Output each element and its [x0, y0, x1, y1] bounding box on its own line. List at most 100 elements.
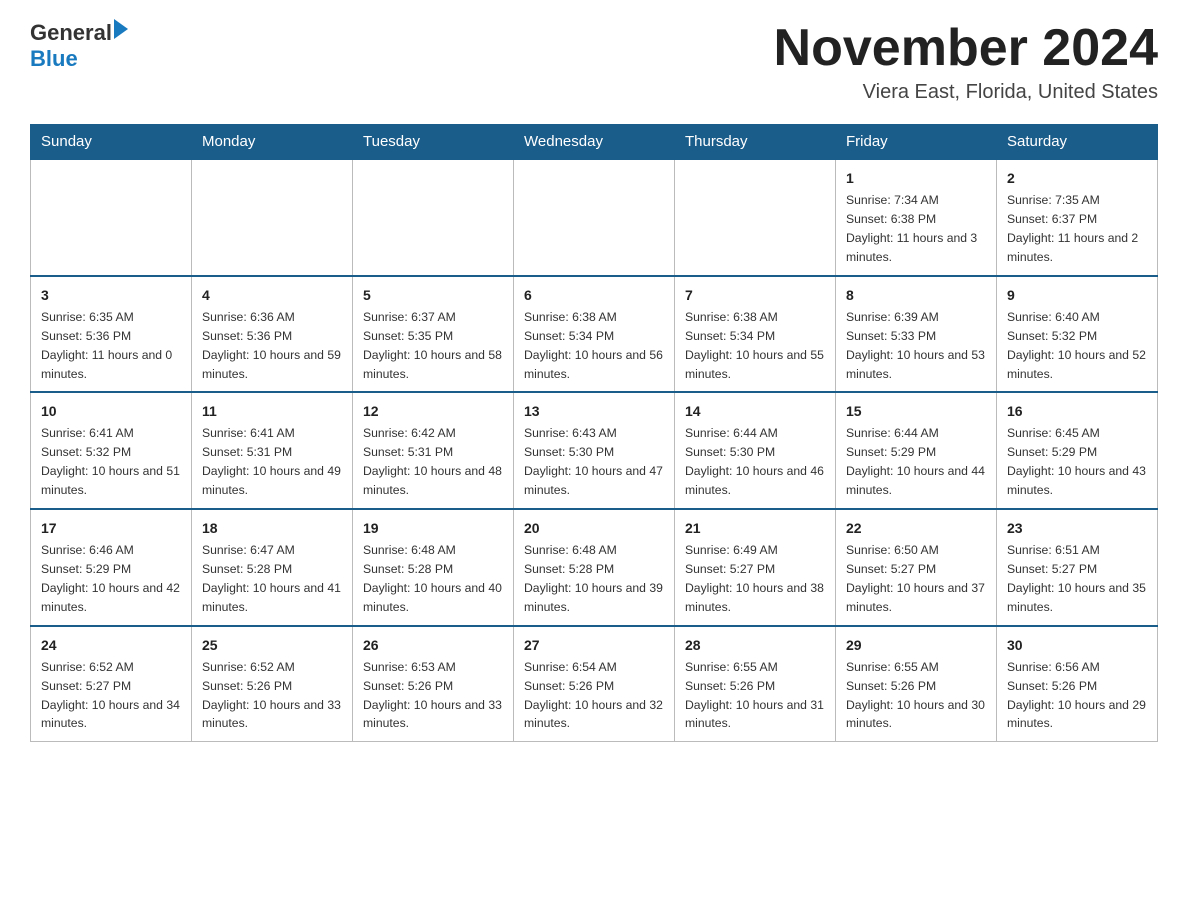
weekday-header-monday: Monday	[192, 125, 353, 160]
day-info: Sunrise: 6:38 AMSunset: 5:34 PMDaylight:…	[524, 308, 664, 384]
calendar-cell: 20Sunrise: 6:48 AMSunset: 5:28 PMDayligh…	[514, 509, 675, 626]
calendar-cell: 7Sunrise: 6:38 AMSunset: 5:34 PMDaylight…	[675, 276, 836, 393]
day-info: Sunrise: 6:48 AMSunset: 5:28 PMDaylight:…	[524, 541, 664, 617]
weekday-header-thursday: Thursday	[675, 125, 836, 160]
day-info: Sunrise: 7:34 AMSunset: 6:38 PMDaylight:…	[846, 191, 986, 267]
day-number: 10	[41, 401, 181, 422]
day-number: 25	[202, 635, 342, 656]
calendar-cell: 2Sunrise: 7:35 AMSunset: 6:37 PMDaylight…	[997, 159, 1158, 276]
page-header: General Blue November 2024 Viera East, F…	[30, 20, 1158, 104]
weekday-header-friday: Friday	[836, 125, 997, 160]
day-info: Sunrise: 6:40 AMSunset: 5:32 PMDaylight:…	[1007, 308, 1147, 384]
calendar-cell: 12Sunrise: 6:42 AMSunset: 5:31 PMDayligh…	[353, 392, 514, 509]
day-number: 27	[524, 635, 664, 656]
day-number: 5	[363, 285, 503, 306]
day-number: 22	[846, 518, 986, 539]
day-info: Sunrise: 6:46 AMSunset: 5:29 PMDaylight:…	[41, 541, 181, 617]
calendar-cell: 11Sunrise: 6:41 AMSunset: 5:31 PMDayligh…	[192, 392, 353, 509]
day-number: 26	[363, 635, 503, 656]
calendar-cell: 19Sunrise: 6:48 AMSunset: 5:28 PMDayligh…	[353, 509, 514, 626]
calendar-cell	[514, 159, 675, 276]
week-row-1: 1Sunrise: 7:34 AMSunset: 6:38 PMDaylight…	[31, 159, 1158, 276]
calendar-cell: 29Sunrise: 6:55 AMSunset: 5:26 PMDayligh…	[836, 626, 997, 742]
day-number: 29	[846, 635, 986, 656]
day-number: 17	[41, 518, 181, 539]
day-number: 28	[685, 635, 825, 656]
day-number: 16	[1007, 401, 1147, 422]
month-title: November 2024	[774, 20, 1158, 77]
day-number: 12	[363, 401, 503, 422]
calendar-cell: 23Sunrise: 6:51 AMSunset: 5:27 PMDayligh…	[997, 509, 1158, 626]
day-info: Sunrise: 6:41 AMSunset: 5:31 PMDaylight:…	[202, 424, 342, 500]
title-block: November 2024 Viera East, Florida, Unite…	[774, 20, 1158, 104]
day-info: Sunrise: 6:54 AMSunset: 5:26 PMDaylight:…	[524, 658, 664, 734]
day-info: Sunrise: 6:55 AMSunset: 5:26 PMDaylight:…	[846, 658, 986, 734]
week-row-3: 10Sunrise: 6:41 AMSunset: 5:32 PMDayligh…	[31, 392, 1158, 509]
weekday-header-row: SundayMondayTuesdayWednesdayThursdayFrid…	[31, 125, 1158, 160]
logo-text-blue: Blue	[30, 46, 128, 72]
day-number: 18	[202, 518, 342, 539]
day-number: 23	[1007, 518, 1147, 539]
day-number: 3	[41, 285, 181, 306]
day-info: Sunrise: 6:56 AMSunset: 5:26 PMDaylight:…	[1007, 658, 1147, 734]
calendar-cell: 30Sunrise: 6:56 AMSunset: 5:26 PMDayligh…	[997, 626, 1158, 742]
day-number: 7	[685, 285, 825, 306]
day-info: Sunrise: 6:52 AMSunset: 5:27 PMDaylight:…	[41, 658, 181, 734]
day-number: 19	[363, 518, 503, 539]
calendar-cell: 6Sunrise: 6:38 AMSunset: 5:34 PMDaylight…	[514, 276, 675, 393]
calendar-cell	[31, 159, 192, 276]
day-info: Sunrise: 6:36 AMSunset: 5:36 PMDaylight:…	[202, 308, 342, 384]
day-info: Sunrise: 6:49 AMSunset: 5:27 PMDaylight:…	[685, 541, 825, 617]
calendar-cell: 25Sunrise: 6:52 AMSunset: 5:26 PMDayligh…	[192, 626, 353, 742]
day-number: 30	[1007, 635, 1147, 656]
calendar-cell: 27Sunrise: 6:54 AMSunset: 5:26 PMDayligh…	[514, 626, 675, 742]
day-info: Sunrise: 6:53 AMSunset: 5:26 PMDaylight:…	[363, 658, 503, 734]
calendar-cell: 21Sunrise: 6:49 AMSunset: 5:27 PMDayligh…	[675, 509, 836, 626]
week-row-5: 24Sunrise: 6:52 AMSunset: 5:27 PMDayligh…	[31, 626, 1158, 742]
calendar-cell: 28Sunrise: 6:55 AMSunset: 5:26 PMDayligh…	[675, 626, 836, 742]
day-info: Sunrise: 7:35 AMSunset: 6:37 PMDaylight:…	[1007, 191, 1147, 267]
calendar-cell: 9Sunrise: 6:40 AMSunset: 5:32 PMDaylight…	[997, 276, 1158, 393]
day-info: Sunrise: 6:55 AMSunset: 5:26 PMDaylight:…	[685, 658, 825, 734]
day-number: 24	[41, 635, 181, 656]
day-number: 8	[846, 285, 986, 306]
day-number: 13	[524, 401, 664, 422]
weekday-header-sunday: Sunday	[31, 125, 192, 160]
day-number: 1	[846, 168, 986, 189]
week-row-4: 17Sunrise: 6:46 AMSunset: 5:29 PMDayligh…	[31, 509, 1158, 626]
calendar-cell: 8Sunrise: 6:39 AMSunset: 5:33 PMDaylight…	[836, 276, 997, 393]
calendar-cell: 22Sunrise: 6:50 AMSunset: 5:27 PMDayligh…	[836, 509, 997, 626]
day-number: 21	[685, 518, 825, 539]
day-number: 11	[202, 401, 342, 422]
weekday-header-saturday: Saturday	[997, 125, 1158, 160]
day-info: Sunrise: 6:41 AMSunset: 5:32 PMDaylight:…	[41, 424, 181, 500]
day-info: Sunrise: 6:38 AMSunset: 5:34 PMDaylight:…	[685, 308, 825, 384]
calendar-cell: 18Sunrise: 6:47 AMSunset: 5:28 PMDayligh…	[192, 509, 353, 626]
day-number: 15	[846, 401, 986, 422]
day-info: Sunrise: 6:39 AMSunset: 5:33 PMDaylight:…	[846, 308, 986, 384]
logo-arrow-icon	[114, 19, 128, 39]
calendar-cell	[353, 159, 514, 276]
day-info: Sunrise: 6:45 AMSunset: 5:29 PMDaylight:…	[1007, 424, 1147, 500]
calendar-cell: 10Sunrise: 6:41 AMSunset: 5:32 PMDayligh…	[31, 392, 192, 509]
day-info: Sunrise: 6:52 AMSunset: 5:26 PMDaylight:…	[202, 658, 342, 734]
day-info: Sunrise: 6:48 AMSunset: 5:28 PMDaylight:…	[363, 541, 503, 617]
day-number: 9	[1007, 285, 1147, 306]
logo: General Blue	[30, 20, 128, 72]
day-number: 14	[685, 401, 825, 422]
calendar-cell	[192, 159, 353, 276]
calendar-cell	[675, 159, 836, 276]
calendar-cell: 15Sunrise: 6:44 AMSunset: 5:29 PMDayligh…	[836, 392, 997, 509]
calendar-cell: 24Sunrise: 6:52 AMSunset: 5:27 PMDayligh…	[31, 626, 192, 742]
day-info: Sunrise: 6:35 AMSunset: 5:36 PMDaylight:…	[41, 308, 181, 384]
day-info: Sunrise: 6:42 AMSunset: 5:31 PMDaylight:…	[363, 424, 503, 500]
day-info: Sunrise: 6:37 AMSunset: 5:35 PMDaylight:…	[363, 308, 503, 384]
calendar-cell: 1Sunrise: 7:34 AMSunset: 6:38 PMDaylight…	[836, 159, 997, 276]
day-info: Sunrise: 6:50 AMSunset: 5:27 PMDaylight:…	[846, 541, 986, 617]
weekday-header-tuesday: Tuesday	[353, 125, 514, 160]
calendar-cell: 4Sunrise: 6:36 AMSunset: 5:36 PMDaylight…	[192, 276, 353, 393]
calendar-cell: 14Sunrise: 6:44 AMSunset: 5:30 PMDayligh…	[675, 392, 836, 509]
day-number: 6	[524, 285, 664, 306]
day-info: Sunrise: 6:47 AMSunset: 5:28 PMDaylight:…	[202, 541, 342, 617]
weekday-header-wednesday: Wednesday	[514, 125, 675, 160]
